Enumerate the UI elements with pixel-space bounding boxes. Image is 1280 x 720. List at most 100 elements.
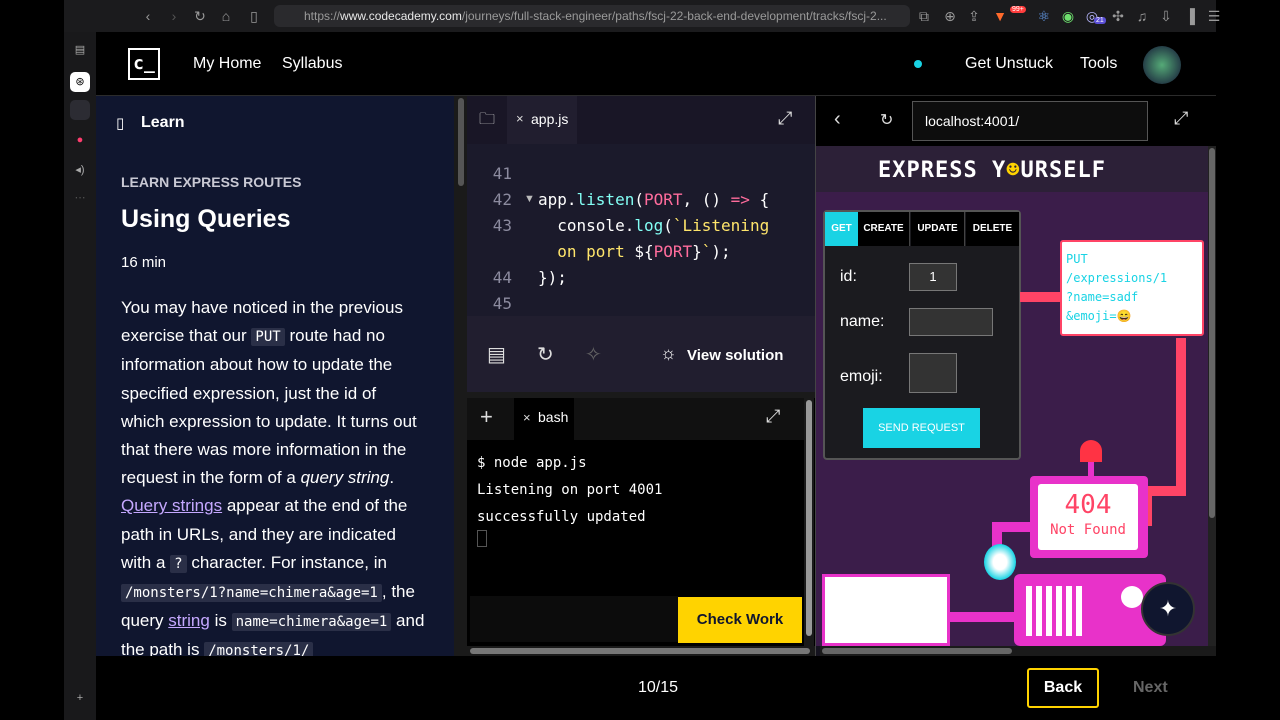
back-button[interactable]: Back [1027,668,1099,708]
response-box [822,574,950,646]
status-screen: 404 Not Found [1038,484,1138,550]
alarm-light-icon [1080,440,1102,462]
request-line: ?name=sadf [1066,290,1139,304]
view-solution-button[interactable]: View solution [687,347,783,364]
forward-arrow-icon[interactable]: › [164,6,184,26]
close-tab-icon[interactable]: × [516,111,524,126]
share-icon[interactable]: ⇪ [964,6,984,26]
body-line: exercise that our PUT route had no [121,326,385,347]
download-icon[interactable]: ⇩ [1156,6,1176,26]
add-terminal-icon[interactable]: + [480,404,493,430]
preview-back-icon[interactable]: ‹ [834,108,841,131]
expand-terminal-icon[interactable]: ⤢ [766,406,780,427]
active-tab-icon[interactable] [70,100,90,120]
reload-icon[interactable]: ↻ [190,6,210,26]
speaker-icon[interactable]: ◂) [70,160,90,180]
expand-icon[interactable]: ⤢ [778,108,792,129]
preview-address-bar[interactable]: localhost:4001/ [912,101,1148,141]
inline-code: ? [170,554,187,573]
learn-scrollbar[interactable] [458,98,464,186]
home-icon[interactable]: ⌂ [216,6,236,26]
tab-favicon-icon[interactable]: ● [70,130,90,150]
code-line: on port ${PORT}`); [557,242,731,261]
preview-expand-icon[interactable]: ⤢ [1174,108,1188,129]
terminal-scrollbar-thumb[interactable] [806,400,812,636]
emoji-input[interactable] [909,353,957,393]
magic-wand-icon[interactable]: ✧ [585,342,602,367]
name-input[interactable] [909,308,993,336]
emoji-label: emoji: [840,368,883,385]
extension-icon[interactable]: ◉ [1058,6,1078,26]
grid-icon[interactable]: ⋯ [70,188,90,208]
avatar[interactable] [1143,46,1181,84]
inline-code: PUT [251,328,285,347]
close-terminal-icon[interactable]: × [523,410,531,425]
lesson-title: Using Queries [121,205,291,233]
folder-icon[interactable]: 🗀 [479,108,495,135]
bookmark-icon[interactable]: ▯ [244,6,264,26]
back-arrow-icon[interactable]: ‹ [138,6,158,26]
open-external-icon[interactable]: ⧉ [914,6,934,26]
fold-caret-icon[interactable]: ▼ [524,193,535,205]
reset-icon[interactable]: ↻ [537,342,554,367]
terminal-line: Listening on port 4001 [477,482,663,498]
check-work-button[interactable]: Check Work [678,597,802,643]
id-input[interactable]: 1 [909,263,957,291]
tab-update[interactable]: UPDATE [911,212,965,246]
brave-shield-icon[interactable]: ▼ [990,6,1010,26]
nav-syllabus[interactable]: Syllabus [282,55,342,73]
address-bar[interactable]: https://www.codecademy.com/journeys/full… [274,5,910,27]
code-line: }); [538,268,567,287]
browser-toolbar: ‹ › ↻ ⌂ ▯ https://www.codecademy.com/jou… [64,0,1220,32]
sidebar-toggle-icon[interactable]: ▐ [1180,6,1200,26]
clipboard-icon[interactable]: ▤ [487,342,506,367]
flask-icon [984,544,1016,580]
preview-scrollbar-thumb[interactable] [1209,148,1215,518]
query-strings-link[interactable]: Query strings [121,496,222,515]
music-icon[interactable]: ♫ [1132,6,1152,26]
shield-badge: 99+ [1010,6,1026,13]
ai-assistant-sparkle-icon[interactable]: ✦ [1141,582,1195,636]
chatgpt-icon[interactable]: ⊛ [70,72,90,92]
url-path: /journeys/full-stack-engineer/paths/fscj… [461,9,887,23]
body-line: path in URLs, and they are indicated [121,524,397,544]
puzzle-icon[interactable]: ✣ [1108,6,1128,26]
tab-create[interactable]: CREATE [858,212,910,246]
browser-sidebar: ▤ ⊛ ● ◂) ⋯ + [64,32,96,720]
learn-tab-label[interactable]: Learn [141,114,185,132]
react-devtools-icon[interactable]: ⚛ [1034,6,1054,26]
code-line: console.log(`Listening [538,216,770,235]
tools-button[interactable]: Tools [1080,55,1117,73]
menu-icon[interactable]: ☰ [1204,6,1224,26]
codecademy-logo[interactable]: c_ [128,48,160,80]
body-line: request in the form of a query string. [121,468,395,488]
tab-delete[interactable]: DELETE [966,212,1019,246]
tab-get[interactable]: GET [825,212,858,246]
string-link[interactable]: string [168,611,210,630]
terminal-cursor [477,530,487,547]
inline-code: /monsters/1/ [204,642,314,656]
add-tab-icon[interactable]: + [70,688,90,708]
url-host: www.codecademy.com [340,9,462,23]
zoom-icon[interactable]: ⊕ [940,6,960,26]
body-line: information about how to update the [121,355,393,375]
file-tab-label[interactable]: app.js [531,111,568,127]
request-line: /expressions/1 [1066,271,1168,285]
hscroll-thumb[interactable] [470,648,810,654]
sidebar-panel-icon[interactable]: ▤ [70,40,90,60]
next-button[interactable]: Next [1133,679,1168,697]
app-title: EXPRESS Y☻URSELF [878,158,1106,183]
express-yourself-app: EXPRESS Y☻URSELF GET CREATE UPDATE DELET… [816,146,1208,646]
body-line: with a ? character. For instance, in [121,552,387,573]
preview-hscroll-thumb[interactable] [822,648,1012,654]
send-request-button[interactable]: SEND REQUEST [863,408,980,448]
get-unstuck-button[interactable]: Get Unstuck [965,55,1053,73]
pipe-decoration [1151,486,1186,496]
preview-reload-icon[interactable]: ↻ [880,110,893,130]
lightbulb-icon[interactable]: ☼ [660,343,677,364]
body-line: query string is name=chimera&age=1 and [121,611,425,632]
terminal-tab-label[interactable]: bash [538,409,568,425]
line-number: 44 [492,268,512,287]
nav-my-home[interactable]: My Home [193,55,261,73]
lesson-duration: 16 min [121,254,167,271]
